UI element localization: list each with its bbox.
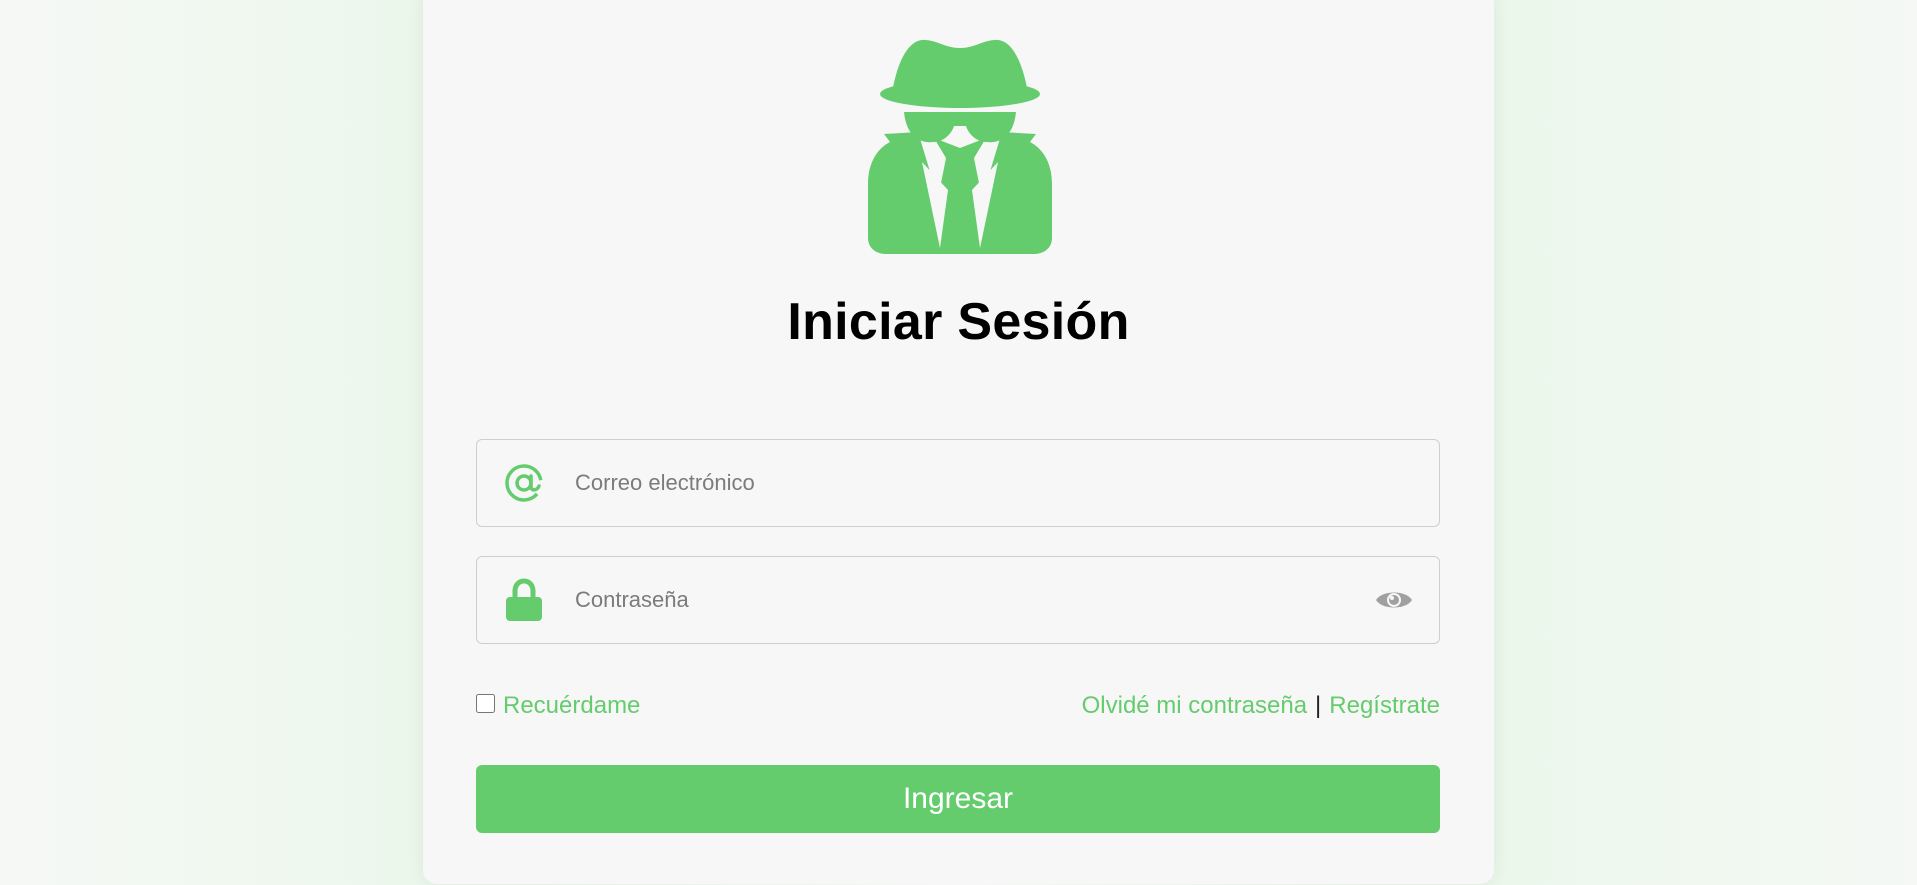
remember-label[interactable]: Recuérdame	[503, 692, 640, 720]
password-input[interactable]	[575, 557, 1374, 643]
remember-checkbox[interactable]	[476, 693, 495, 713]
login-options: Recuérdame Olvidé mi contraseña | Regístra…	[476, 688, 1440, 724]
incognito-spy-icon	[868, 39, 1052, 254]
forgot-password-link[interactable]: Olvidé mi contraseña	[1082, 692, 1307, 719]
at-sign-icon	[503, 462, 545, 504]
page-title: Iniciar Sesión	[787, 293, 1130, 351]
eye-icon[interactable]	[1374, 585, 1414, 615]
remember-me[interactable]: Recuérdame	[476, 692, 640, 720]
register-link[interactable]: Regístrate	[1329, 692, 1440, 719]
account-links: Olvidé mi contraseña | Regístrate	[1082, 692, 1440, 720]
link-separator: |	[1315, 692, 1322, 719]
login-submit-button[interactable]: Ingresar	[476, 765, 1440, 833]
password-field[interactable]	[476, 556, 1440, 644]
email-field[interactable]	[476, 439, 1440, 527]
login-card: Iniciar Sesión Correo electrónico Recuér…	[423, 0, 1494, 884]
lock-icon	[503, 578, 545, 621]
email-input[interactable]	[575, 440, 1439, 526]
